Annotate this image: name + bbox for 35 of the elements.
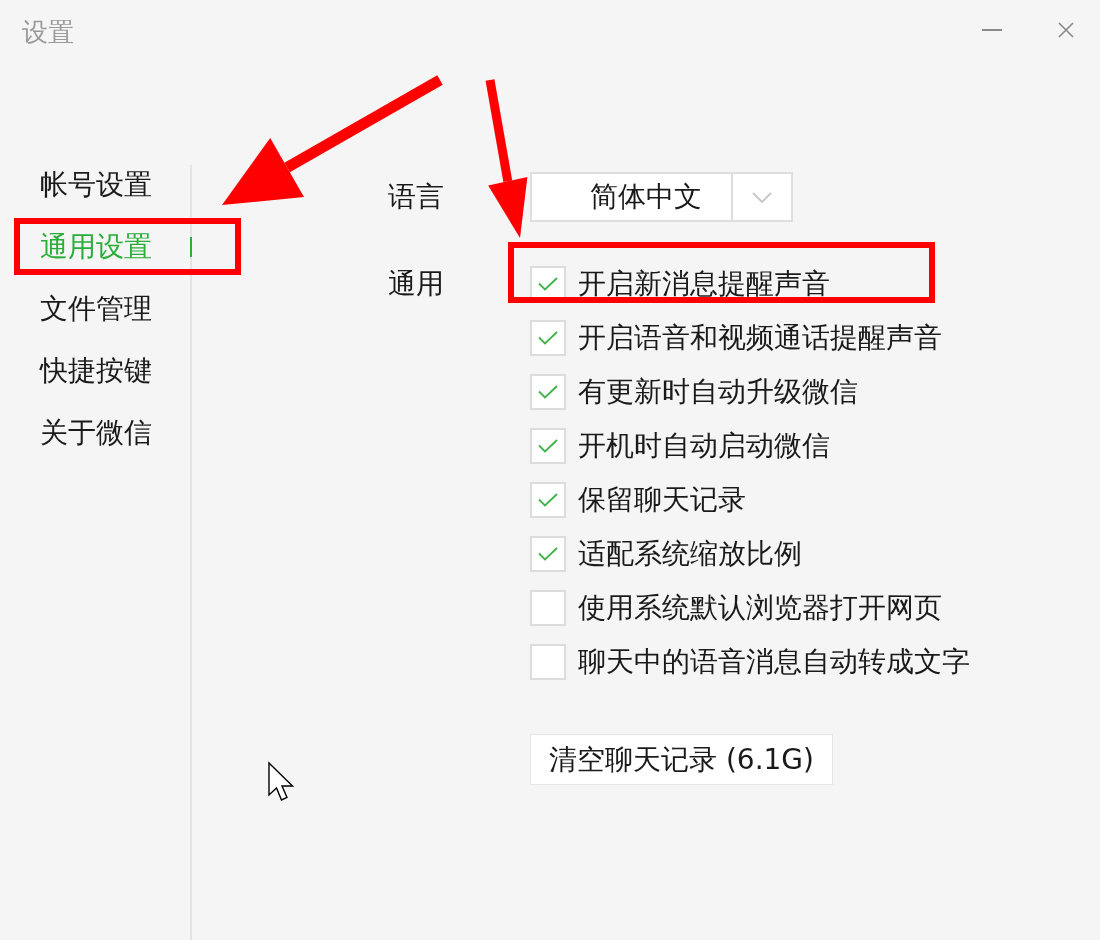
- language-label: 语言: [388, 179, 444, 215]
- checkbox[interactable]: [530, 590, 566, 626]
- checkmark-icon: [538, 439, 558, 453]
- chevron-down-icon: [752, 191, 772, 203]
- option-label: 适配系统缩放比例: [578, 536, 802, 572]
- option-label: 开启语音和视频通话提醒声音: [578, 320, 942, 356]
- window-title: 设置: [22, 16, 74, 48]
- checkmark-icon: [538, 547, 558, 561]
- sidebar-item[interactable]: 帐号设置: [40, 165, 152, 205]
- checkbox[interactable]: [530, 482, 566, 518]
- sidebar-item[interactable]: 文件管理: [40, 289, 152, 329]
- clear-chat-history-button[interactable]: 清空聊天记录 (6.1G): [530, 734, 833, 785]
- sidebar-item[interactable]: 快捷按键: [40, 351, 152, 391]
- option-label: 开启新消息提醒声音: [578, 266, 830, 302]
- close-icon: [1058, 22, 1074, 38]
- option-label: 保留聊天记录: [578, 482, 746, 518]
- checkmark-icon: [538, 277, 558, 291]
- checkmark-icon: [538, 493, 558, 507]
- minimize-icon: [982, 29, 1002, 31]
- mouse-pointer-icon: [268, 762, 294, 802]
- checkbox[interactable]: [530, 428, 566, 464]
- checkbox[interactable]: [530, 644, 566, 680]
- option-label: 有更新时自动升级微信: [578, 374, 858, 410]
- selected-indicator: [190, 237, 192, 257]
- language-dropdown[interactable]: 简体中文: [530, 172, 793, 222]
- checkmark-icon: [538, 385, 558, 399]
- checkmark-icon: [538, 331, 558, 345]
- option-label: 使用系统默认浏览器打开网页: [578, 590, 942, 626]
- general-label: 通用: [388, 266, 444, 302]
- checkbox[interactable]: [530, 374, 566, 410]
- sidebar-item[interactable]: 关于微信: [40, 413, 152, 453]
- checkbox[interactable]: [530, 320, 566, 356]
- option-label: 开机时自动启动微信: [578, 428, 830, 464]
- option-label: 聊天中的语音消息自动转成文字: [578, 644, 970, 680]
- checkbox[interactable]: [530, 536, 566, 572]
